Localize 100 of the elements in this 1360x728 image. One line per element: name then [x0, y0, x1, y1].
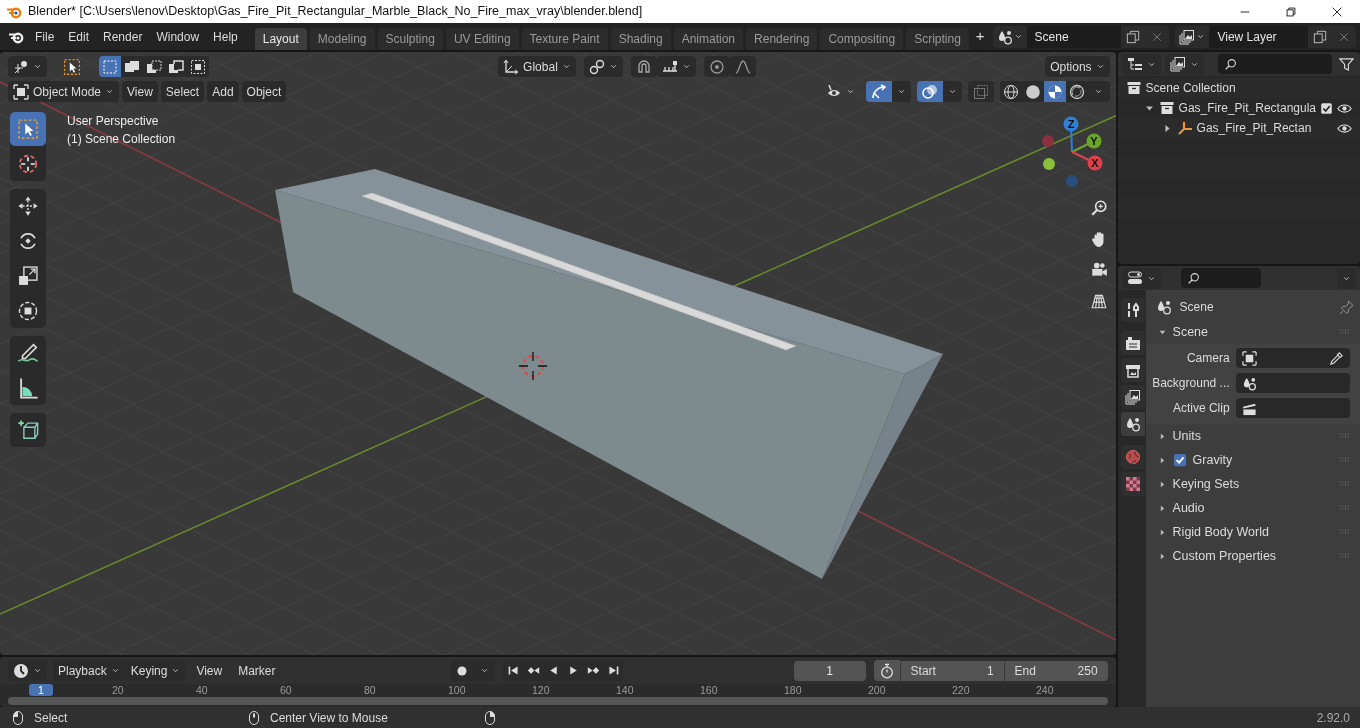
editor-type-button[interactable] [8, 56, 47, 77]
ruler-icon [17, 377, 39, 399]
workspace-tab[interactable]: Shading [610, 28, 671, 50]
proportional-icon [709, 58, 726, 75]
checkerboard-icon [1124, 476, 1141, 492]
shading-mode-button[interactable] [1043, 81, 1066, 102]
menu-dropdown[interactable]: Keying [125, 660, 186, 681]
workspace-tab[interactable]: Sculpting [377, 28, 443, 50]
panel-header[interactable]: Custom Properties [1151, 544, 1354, 568]
camera-field[interactable] [1235, 348, 1350, 368]
menu-item[interactable]: Select [160, 81, 205, 102]
checkbox-icon[interactable] [1320, 101, 1333, 115]
menu-item[interactable]: Object [241, 81, 287, 102]
orientation-dropdown[interactable]: Global [498, 56, 577, 77]
camera-frame-icon [1241, 350, 1257, 366]
panel-header[interactable]: Scene [1151, 320, 1354, 344]
workspace-tab[interactable]: Modeling [309, 28, 375, 50]
chevron-icon [105, 87, 115, 96]
mode-dropdown[interactable]: Object Mode [8, 81, 120, 102]
preview-range-toggle[interactable] [873, 660, 900, 681]
options-dropdown[interactable]: Options [1045, 56, 1110, 77]
clip-field[interactable] [1235, 398, 1350, 418]
tool-button[interactable] [10, 413, 46, 447]
menu-item[interactable]: Add [207, 81, 239, 102]
scrollbar[interactable] [8, 697, 1108, 705]
panel-header[interactable]: Audio [1151, 496, 1354, 520]
workspace-tab[interactable]: Compositing [820, 28, 904, 50]
menu-dropdown[interactable]: Playback [53, 660, 125, 681]
frame-number: 100 [448, 684, 466, 696]
scene-field[interactable] [1235, 373, 1350, 393]
workspace-tab[interactable]: Rendering [746, 28, 818, 50]
properties-tab[interactable] [1120, 412, 1145, 436]
panel-header[interactable]: Units [1151, 424, 1354, 448]
collection-box-icon [1158, 100, 1175, 116]
checkbox-icon[interactable] [1172, 453, 1187, 467]
frame-number: 40 [196, 684, 208, 696]
search-field[interactable] [1180, 268, 1261, 288]
navigation-gizmo[interactable] [1042, 116, 1103, 187]
falloff-dropdown[interactable] [730, 56, 757, 77]
field-label: Camera [1185, 350, 1230, 367]
gizmo-toggle[interactable] [865, 81, 892, 102]
menu-item[interactable]: Render [96, 24, 150, 49]
transform-icon [17, 300, 39, 322]
search-icon [1186, 271, 1200, 285]
workspace-tab[interactable]: Texture Paint [521, 28, 608, 50]
xray-toggle[interactable] [967, 81, 994, 102]
jump-end-icon [606, 664, 620, 677]
view-layer-selector[interactable]: View Layer [1175, 25, 1356, 48]
editor-type-button[interactable] [1121, 53, 1161, 75]
menu-item[interactable]: Marker [233, 660, 281, 681]
frame-number: 80 [364, 684, 376, 696]
properties-tab[interactable] [1120, 298, 1145, 322]
frame-number: 200 [868, 684, 886, 696]
current-frame-marker[interactable]: 1 [29, 684, 53, 696]
squares-intersect-icon [190, 58, 206, 75]
workspace-tab[interactable]: Layout [254, 28, 307, 50]
overlay-toggle[interactable] [916, 81, 943, 102]
editor-type-button[interactable] [1121, 267, 1161, 289]
tool-button[interactable] [10, 112, 46, 146]
images-stack-icon [1169, 56, 1186, 72]
proportional-edit-toggle[interactable] [704, 56, 731, 77]
search-icon [1223, 57, 1237, 71]
menu-item[interactable]: File [28, 24, 62, 49]
start-frame-field[interactable]: Start 1 [899, 660, 1004, 681]
add-workspace-button[interactable]: + [971, 24, 989, 49]
panel-header[interactable]: Rigid Body World [1151, 520, 1354, 544]
chevron-icon [33, 62, 42, 71]
menu-item[interactable]: Window [149, 24, 207, 49]
editor-type-button[interactable] [8, 660, 47, 681]
scene-selector[interactable]: Scene [992, 25, 1170, 48]
clock-icon [13, 662, 29, 679]
properties-tab[interactable] [1120, 472, 1145, 496]
search-field[interactable] [1217, 54, 1332, 74]
snap-target-dropdown[interactable] [657, 56, 697, 77]
menu-item[interactable]: View [122, 81, 158, 102]
images-stack-icon [1124, 389, 1141, 405]
properties-tab[interactable] [1120, 385, 1145, 409]
properties-tab[interactable] [1120, 331, 1145, 355]
workspace-tab[interactable]: Scripting [906, 28, 969, 50]
frame-number: 220 [952, 684, 970, 696]
panel-header[interactable]: Keying Sets [1151, 472, 1354, 496]
outliner-icon [1126, 56, 1143, 72]
panel-header[interactable]: Gravity [1151, 448, 1354, 472]
workspace-tab[interactable]: Animation [673, 28, 744, 50]
scene-icon [996, 28, 1013, 45]
menu-item[interactable]: View [191, 660, 228, 681]
chevron-icon [1013, 32, 1023, 41]
pin-icon[interactable] [1339, 299, 1354, 315]
display-mode-dropdown[interactable] [1164, 53, 1204, 75]
menu-item[interactable]: Edit [61, 24, 97, 49]
pivot-dropdown[interactable] [584, 56, 624, 77]
menu-item[interactable]: Help [206, 24, 245, 49]
current-frame-field[interactable]: 1 [793, 660, 866, 681]
end-frame-field[interactable]: End 250 [1003, 660, 1108, 681]
properties-tab[interactable] [1120, 358, 1145, 382]
outliner-row[interactable]: Gas_Fire_Pit_Rectangula [1117, 98, 1360, 118]
snap-toggle[interactable] [631, 56, 658, 77]
workspace-tab[interactable]: UV Editing [445, 28, 519, 50]
axis-label: X [1091, 157, 1099, 169]
duplicate-icon [1126, 29, 1141, 44]
